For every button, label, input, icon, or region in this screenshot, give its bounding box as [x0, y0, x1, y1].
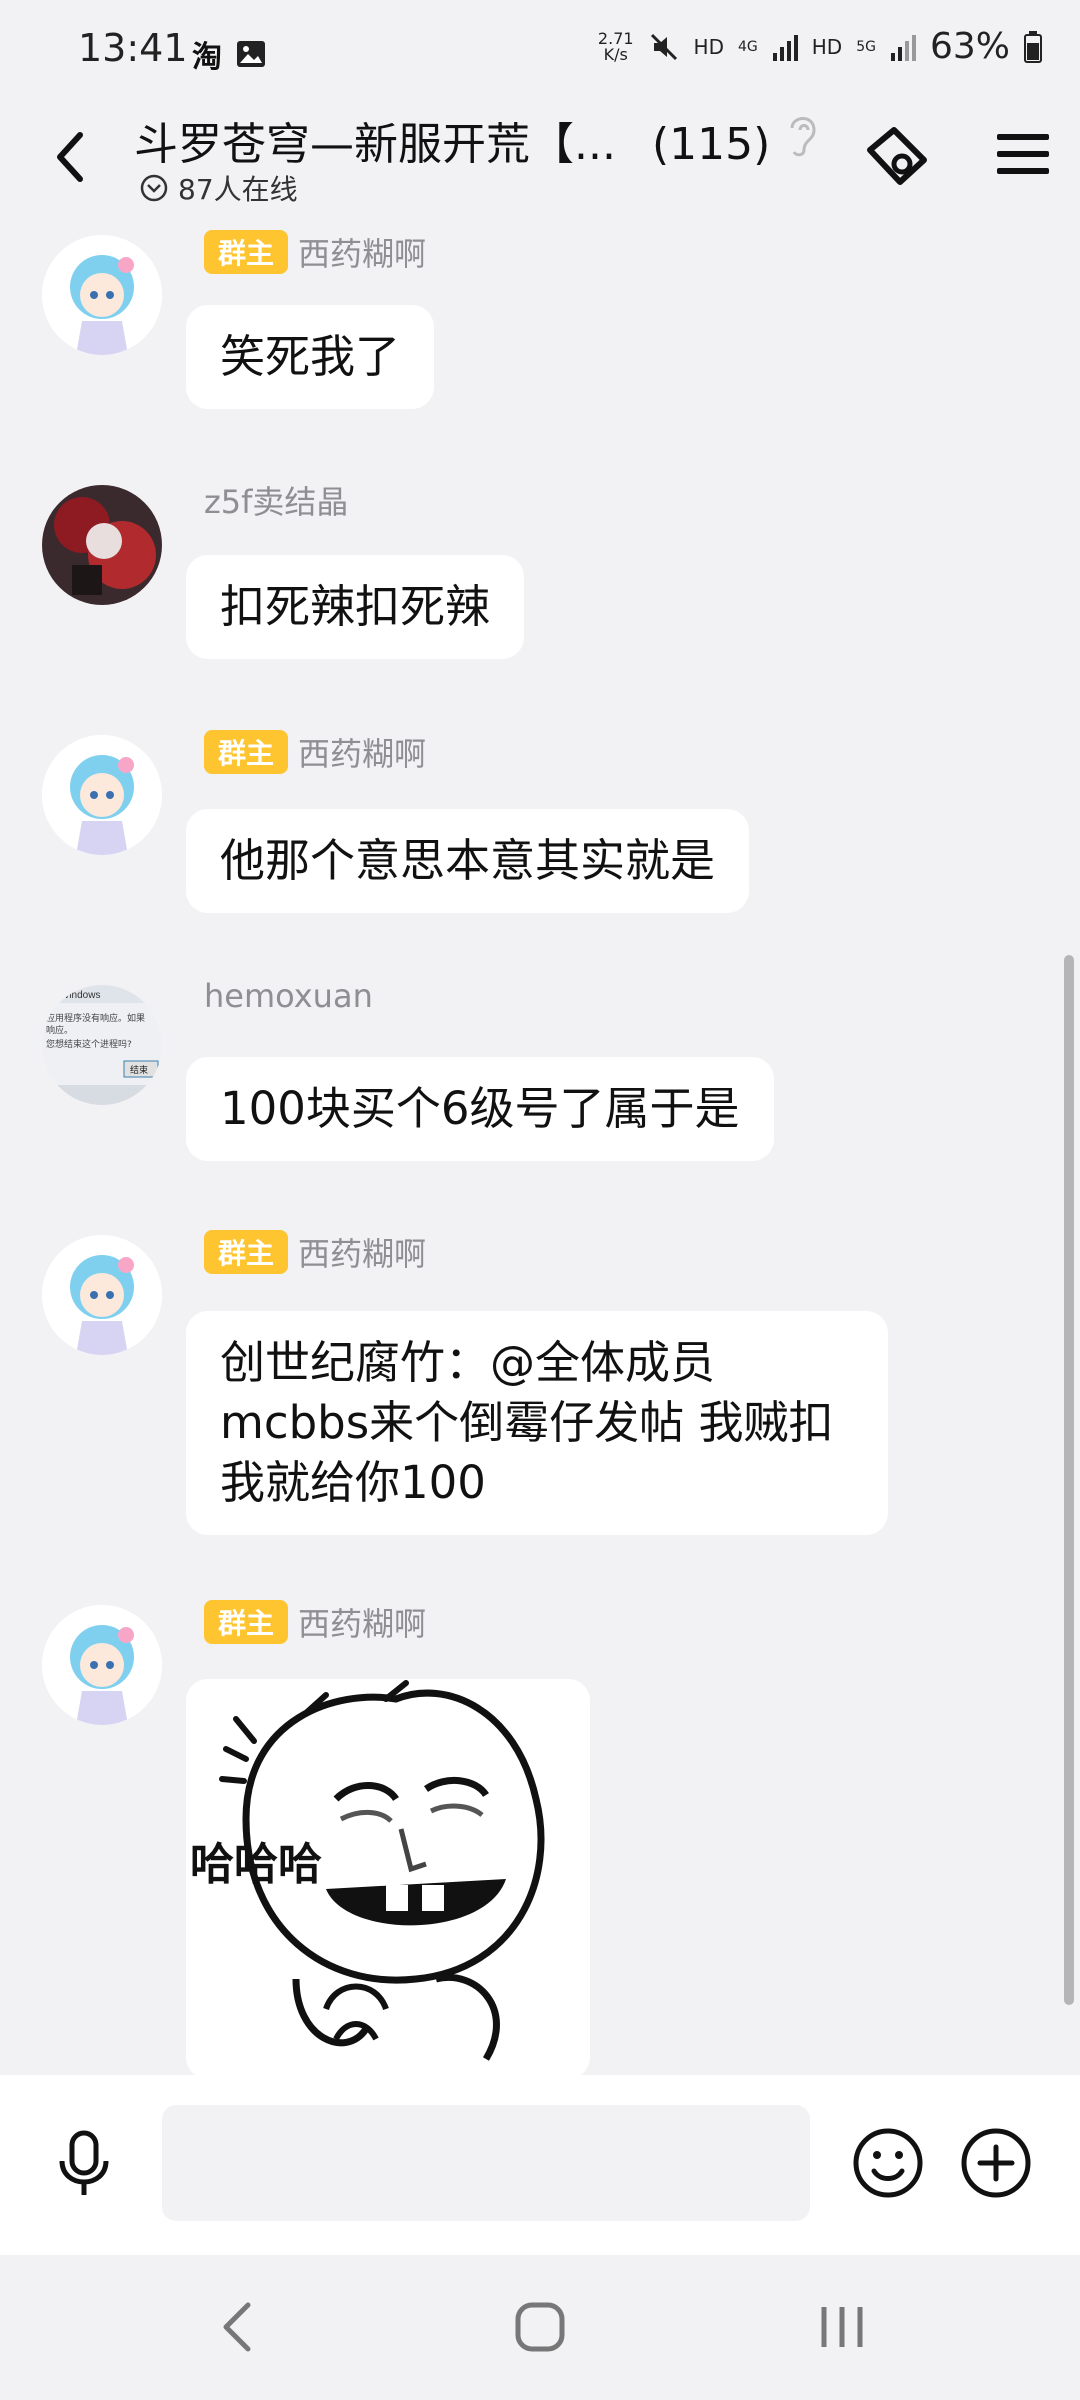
message-meta: z5f卖结晶	[204, 477, 348, 523]
ear-icon[interactable]	[782, 110, 822, 160]
message-bubble[interactable]: 扣死辣扣死辣	[186, 555, 525, 659]
nav-back-icon[interactable]	[210, 2297, 266, 2357]
dark-character-avatar-icon	[42, 485, 162, 605]
network-label-1: HD	[693, 34, 724, 59]
avatar[interactable]	[42, 735, 162, 855]
smiley-icon	[853, 2128, 923, 2198]
battery-percent: 63%	[929, 26, 1010, 67]
status-bar: 13:41 淘 2.71 K/s HD 4G HD 5G 63%	[0, 0, 1080, 100]
svg-text:您想结束这个进程吗?: 您想结束这个进程吗?	[46, 1038, 132, 1050]
notification-icons: 淘	[192, 32, 266, 76]
sender-name[interactable]: 西药糊啊	[298, 729, 426, 775]
message-input-bar	[0, 2075, 1080, 2255]
windows-dialog-avatar-icon: oft Windows 应用程序没有响应。如果 响应。 您想结束这个进程吗? 结…	[42, 985, 162, 1105]
online-status[interactable]: 87人在线	[140, 168, 298, 208]
message-meta: hemoxuan	[204, 977, 373, 1015]
sender-name[interactable]: 西药糊啊	[298, 229, 426, 275]
system-nav-bar	[0, 2255, 1080, 2400]
anime-girl-avatar-icon	[42, 1235, 162, 1355]
group-name: 斗罗苍穹—新服开荒【...	[134, 119, 616, 170]
microphone-icon	[59, 2130, 109, 2195]
online-count: 87人在线	[178, 173, 298, 206]
anime-girl-avatar-icon	[42, 735, 162, 855]
chat-messages[interactable]: 群主 西药糊啊 笑死我了 z5f卖结晶 扣死辣扣死辣 群主 西药糊啊 他那个意思…	[0, 225, 1080, 2075]
plus-circle-icon	[961, 2128, 1031, 2198]
svg-text:结束: 结束	[130, 1064, 148, 1076]
hamburger-icon	[997, 134, 1049, 174]
message-bubble[interactable]: 笑死我了	[186, 305, 435, 409]
sender-name[interactable]: hemoxuan	[204, 977, 373, 1015]
menu-button[interactable]	[995, 126, 1051, 182]
more-button[interactable]	[958, 2125, 1034, 2201]
taobao-icon: 淘	[192, 40, 222, 75]
gallery-icon	[237, 41, 265, 67]
message-bubble[interactable]: 创世纪腐竹：@全体成员 mcbbs来个倒霉仔发帖 我贼扣 我就给你100	[186, 1311, 888, 1535]
battery-icon	[1024, 30, 1042, 63]
ticket-icon[interactable]	[860, 120, 934, 194]
message-meta: 群主 西药糊啊	[204, 729, 426, 775]
chevron-left-icon	[57, 132, 83, 182]
status-time: 13:41	[78, 26, 188, 70]
owner-badge: 群主	[204, 1600, 289, 1644]
avatar[interactable]	[42, 235, 162, 355]
avatar[interactable]	[42, 485, 162, 605]
owner-badge: 群主	[204, 230, 289, 274]
chevron-down-circle-icon	[140, 174, 168, 202]
message-meta: 群主 西药糊啊	[204, 1599, 426, 1645]
network-type-2: 5G	[856, 38, 876, 55]
signal-icon-2	[890, 34, 916, 61]
nav-recent-apps-icon[interactable]	[812, 2297, 872, 2357]
message-meta: 群主 西药糊啊	[204, 229, 426, 275]
chat-header: 斗罗苍穹—新服开荒【... (115) 87人在线	[0, 100, 1080, 225]
network-speed: 2.71 K/s	[597, 28, 634, 64]
message-bubble[interactable]: 100块买个6级号了属于是	[186, 1057, 774, 1161]
message-bubble[interactable]: 他那个意思本意其实就是	[186, 809, 750, 913]
sticker-text: 哈哈哈	[190, 1839, 322, 1890]
sticker-message[interactable]: 哈哈哈	[186, 1679, 590, 2075]
voice-button[interactable]	[48, 2127, 120, 2199]
back-button[interactable]	[40, 122, 100, 192]
laughing-meme-sticker: 哈哈哈	[186, 1679, 590, 2075]
chat-scrollbar[interactable]	[1064, 955, 1074, 2005]
nav-home-icon[interactable]	[510, 2297, 570, 2357]
sender-name[interactable]: 西药糊啊	[298, 1229, 426, 1275]
sender-name[interactable]: z5f卖结晶	[204, 477, 348, 523]
avatar[interactable]	[42, 1605, 162, 1725]
network-label-2: HD	[811, 34, 843, 59]
svg-text:oft Windows: oft Windows	[46, 990, 100, 1001]
status-icons: 2.71 K/s HD 4G HD 5G 63%	[598, 26, 1042, 67]
network-type-1: 4G	[738, 38, 758, 55]
mute-icon	[650, 33, 677, 60]
avatar[interactable]: oft Windows 应用程序没有响应。如果 响应。 您想结束这个进程吗? 结…	[42, 985, 162, 1105]
sender-name[interactable]: 西药糊啊	[298, 1599, 426, 1645]
owner-badge: 群主	[204, 1230, 289, 1274]
svg-text:应用程序没有响应。如果: 应用程序没有响应。如果	[46, 1012, 145, 1024]
message-meta: 群主 西药糊啊	[204, 1229, 426, 1275]
anime-girl-avatar-icon	[42, 1605, 162, 1725]
signal-icon-1	[772, 34, 798, 61]
svg-text:响应。: 响应。	[46, 1024, 73, 1036]
member-count: (115)	[651, 119, 771, 170]
owner-badge: 群主	[204, 730, 289, 774]
group-title[interactable]: 斗罗苍穹—新服开荒【... (115)	[134, 108, 770, 172]
anime-girl-avatar-icon	[42, 235, 162, 355]
message-input[interactable]	[162, 2105, 810, 2221]
emoji-button[interactable]	[850, 2125, 926, 2201]
avatar[interactable]	[42, 1235, 162, 1355]
